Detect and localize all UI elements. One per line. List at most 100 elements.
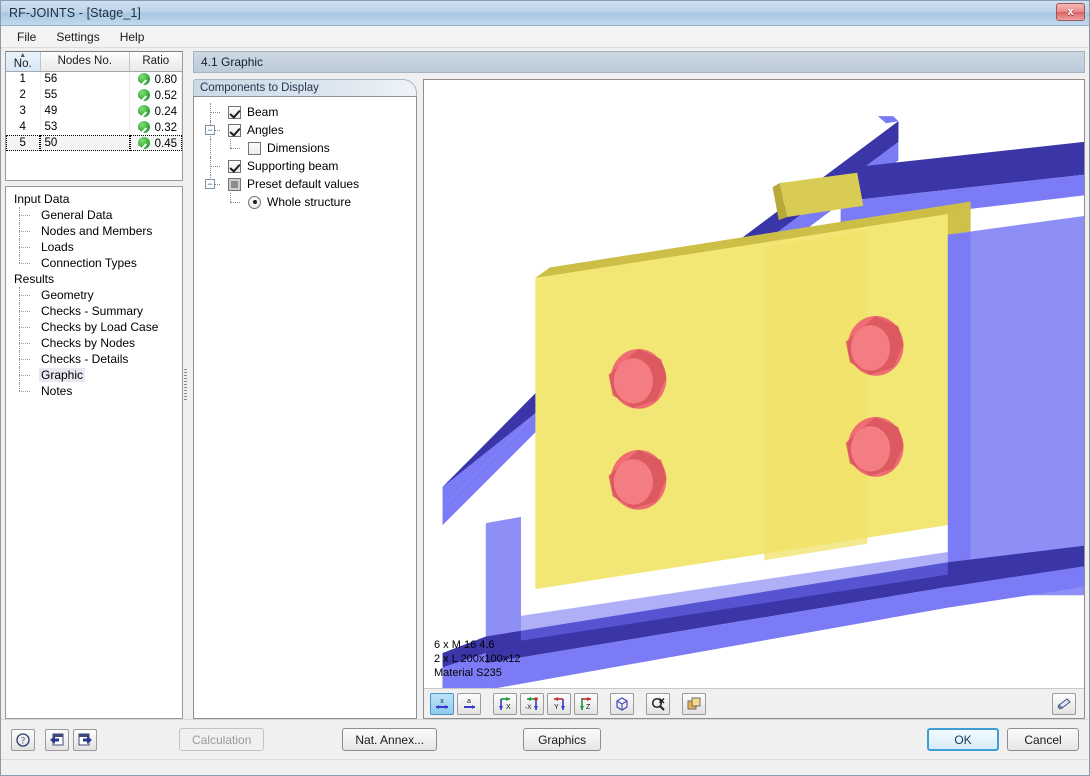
application-window: RF-JOINTS - [Stage_1] x File Settings He… (0, 0, 1090, 776)
nav-item-loads[interactable]: Loads (19, 239, 180, 255)
tree-node-label: Whole structure (267, 195, 352, 209)
status-bar (1, 759, 1089, 775)
nav-group-results: Results (14, 272, 55, 286)
status-ok-icon (137, 88, 150, 101)
nav-group-input-data: Input Data (14, 192, 70, 206)
nav-item-general-data[interactable]: General Data (19, 207, 180, 223)
ok-button[interactable]: OK (927, 728, 999, 751)
view-xz-plane-icon[interactable]: x (430, 692, 454, 715)
column-header-ratio[interactable]: Ratio (129, 52, 182, 72)
table-row[interactable]: 4 53 0.32 (6, 119, 182, 135)
cell-no: 1 (6, 71, 41, 87)
tree-node-preset-default-values[interactable]: − Preset default values (202, 175, 412, 193)
nav-item-geometry[interactable]: Geometry (19, 287, 180, 303)
cell-no: 4 (6, 119, 41, 135)
components-group: Components to Display Beam − Angles Dime… (193, 79, 417, 719)
table-row[interactable]: 3 49 0.24 (6, 103, 182, 119)
nav-item-graphic[interactable]: Graphic (19, 367, 180, 383)
left-panel: ▲ No. Nodes No. Ratio 1 56 0.80 2 55 0.5… (5, 51, 183, 719)
nav-item-notes[interactable]: Notes (19, 383, 180, 399)
isometric-view-icon[interactable] (610, 692, 634, 715)
ratio-value: 0.32 (154, 121, 177, 134)
nat-annex-button[interactable]: Nat. Annex... (342, 728, 438, 751)
checkbox-beam[interactable] (228, 105, 241, 119)
panel-splitter[interactable] (183, 51, 188, 719)
previous-icon[interactable] (45, 728, 69, 751)
column-header-nodes[interactable]: Nodes No. (40, 52, 130, 72)
menu-item-settings[interactable]: Settings (46, 27, 109, 47)
nav-item-label: Checks by Nodes (41, 336, 136, 350)
svg-text:X: X (506, 704, 511, 711)
cell-node: 55 (40, 87, 130, 103)
menu-bar: File Settings Help (1, 26, 1089, 48)
tree-node-angles[interactable]: − Angles (202, 121, 412, 139)
close-button[interactable]: x (1056, 3, 1085, 21)
close-icon: x (1067, 6, 1074, 18)
checkbox-supporting-beam[interactable] (228, 159, 241, 173)
status-ok-icon (137, 136, 150, 149)
tree-line (230, 148, 240, 149)
nav-item-checks-details[interactable]: Checks - Details (19, 351, 180, 367)
tree-line (230, 202, 240, 203)
zoom-reset-icon[interactable] (646, 692, 670, 715)
svg-text:x: x (440, 698, 444, 705)
footer-bar: ? Calculation Nat. Annex... Graphics OK … (1, 719, 1089, 759)
view-x-axis-icon[interactable]: X (493, 692, 517, 715)
tree-line (210, 139, 211, 157)
page-title: 4.1 Graphic (193, 51, 1085, 73)
view-z-axis-icon[interactable]: Z (574, 692, 598, 715)
checkbox-preset-default-values[interactable] (228, 177, 241, 191)
table-row[interactable]: 1 56 0.80 (6, 71, 182, 87)
next-icon[interactable] (73, 728, 97, 751)
table-row-selected[interactable]: 5 50 0.45 (6, 135, 182, 151)
svg-text:a: a (467, 698, 471, 705)
view-y-axis-icon[interactable]: Y (547, 692, 571, 715)
radio-whole-structure[interactable] (248, 195, 261, 209)
menu-item-help[interactable]: Help (110, 27, 155, 47)
cell-ratio: 0.80 (129, 71, 182, 87)
layers-icon[interactable] (682, 692, 706, 715)
nav-item-checks-summary[interactable]: Checks - Summary (19, 303, 180, 319)
cell-node: 56 (40, 71, 130, 87)
cell-ratio: 0.24 (129, 103, 182, 119)
checkbox-angles[interactable] (228, 123, 241, 137)
graphic-legend: 6 x M 16 4.6 2 x L 200x100x12 Material S… (434, 638, 520, 680)
graphic-toolbar: x a X -X Y Z (424, 688, 1084, 718)
table-row[interactable]: 2 55 0.52 (6, 87, 182, 103)
menu-item-file[interactable]: File (7, 27, 46, 47)
tree-node-beam[interactable]: Beam (202, 103, 412, 121)
nav-item-label: Checks - Details (41, 352, 129, 366)
nav-item-connection-types[interactable]: Connection Types (19, 255, 180, 271)
print-icon[interactable] (1052, 692, 1076, 715)
nav-item-label: Connection Types (41, 256, 137, 270)
tree-node-supporting-beam[interactable]: Supporting beam (202, 157, 412, 175)
help-icon[interactable]: ? (11, 728, 35, 751)
svg-text:Z: Z (586, 704, 591, 711)
calculation-button[interactable]: Calculation (179, 728, 265, 751)
view-a-plane-icon[interactable]: a (457, 692, 481, 715)
tree-node-whole-structure[interactable]: Whole structure (202, 193, 412, 211)
graphics-button[interactable]: Graphics (523, 728, 602, 751)
ratio-value: 0.24 (154, 105, 177, 118)
nav-item-checks-by-load-case[interactable]: Checks by Load Case (19, 319, 180, 335)
cancel-button[interactable]: Cancel (1007, 728, 1079, 751)
nav-item-nodes-and-members[interactable]: Nodes and Members (19, 223, 180, 239)
model-viewport[interactable]: 6 x M 16 4.6 2 x L 200x100x12 Material S… (424, 80, 1084, 688)
tree-node-dimensions[interactable]: Dimensions (202, 139, 412, 157)
steel-joint-3d-model (442, 116, 1084, 688)
table-header-row: ▲ No. Nodes No. Ratio (6, 52, 182, 72)
ratio-value: 0.52 (154, 89, 177, 102)
nav-item-label: Notes (41, 384, 73, 398)
column-header-no[interactable]: ▲ No. (6, 52, 41, 72)
cell-ratio: 0.32 (129, 119, 182, 135)
cell-no: 5 (6, 135, 41, 151)
collapse-minus-icon[interactable]: − (205, 179, 215, 189)
nav-item-label: Geometry (41, 288, 94, 302)
cell-node: 53 (40, 119, 130, 135)
collapse-minus-icon[interactable]: − (205, 125, 215, 135)
view-neg-x-axis-icon[interactable]: -X (520, 692, 544, 715)
tree-node-label: Angles (247, 123, 284, 137)
checkbox-dimensions[interactable] (248, 141, 261, 155)
svg-text:?: ? (21, 735, 25, 745)
nav-item-checks-by-nodes[interactable]: Checks by Nodes (19, 335, 180, 351)
